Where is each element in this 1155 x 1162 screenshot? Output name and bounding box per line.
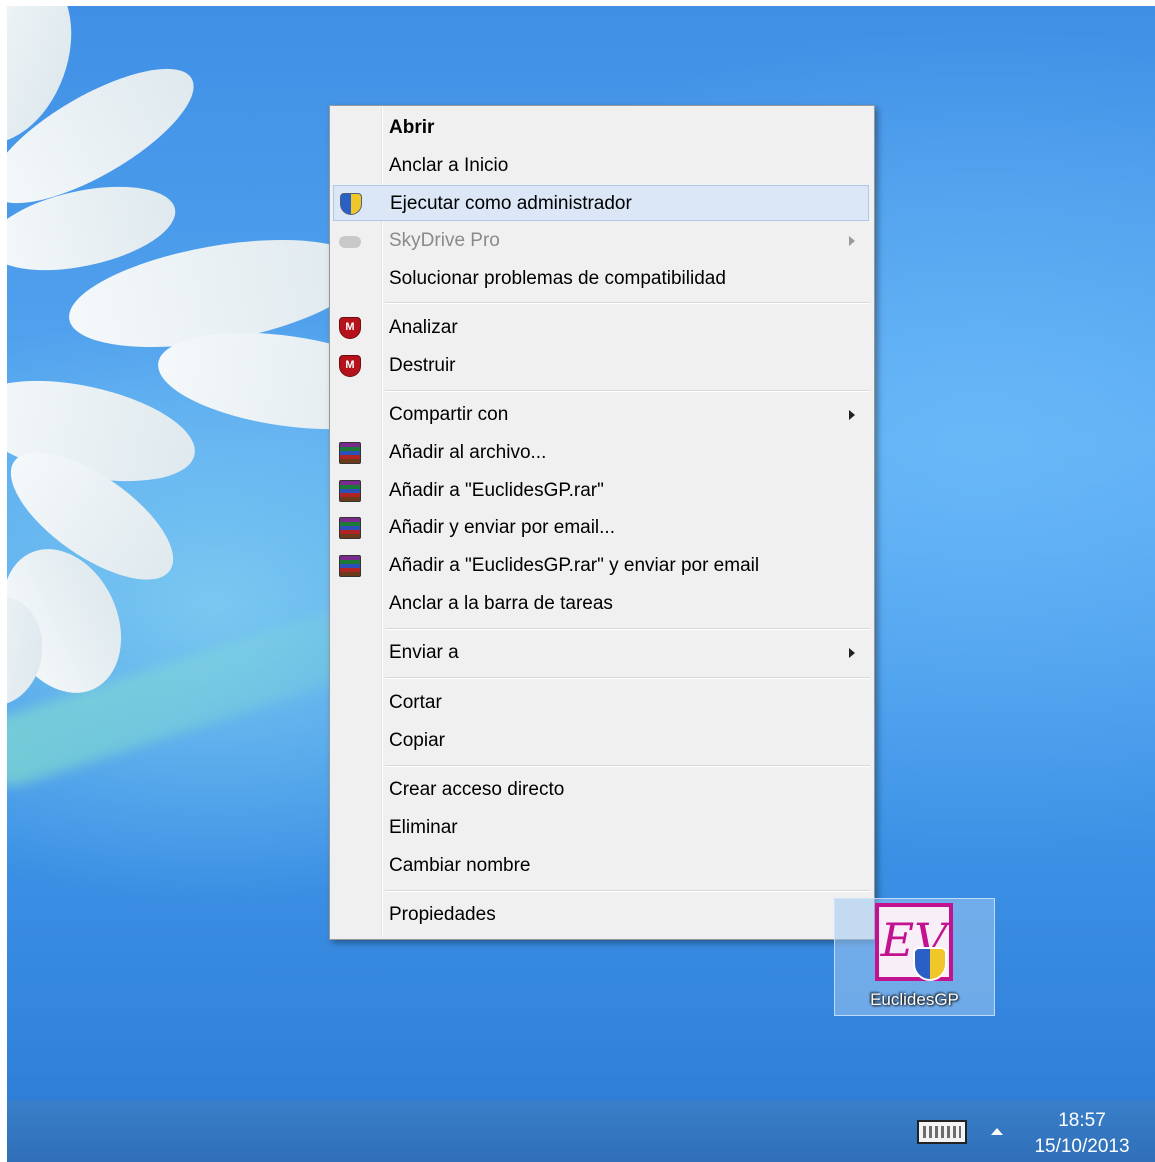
menu-item-anadir-email[interactable]: Añadir y enviar por email... [333, 510, 869, 546]
uac-shield-overlay-icon [913, 947, 947, 981]
menu-item-analizar[interactable]: M Analizar [333, 310, 869, 346]
menu-item-label: Añadir a "EuclidesGP.rar" [389, 480, 604, 501]
menu-item-anadir-rar[interactable]: Añadir a "EuclidesGP.rar" [333, 473, 869, 509]
menu-separator [385, 890, 870, 892]
menu-item-destruir[interactable]: M Destruir [333, 348, 869, 384]
menu-item-label: Eliminar [389, 817, 458, 838]
menu-item-label: Analizar [389, 317, 458, 338]
menu-item-label: Propiedades [389, 904, 496, 925]
menu-item-label: Anclar a Inicio [389, 155, 509, 176]
uac-shield-icon [340, 193, 362, 215]
winrar-icon [339, 555, 361, 577]
menu-item-enviar-a[interactable]: Enviar a [333, 635, 869, 671]
menu-item-label: Enviar a [389, 642, 459, 663]
menu-separator [385, 302, 870, 304]
menu-item-cortar[interactable]: Cortar [333, 685, 869, 721]
submenu-arrow-icon [849, 648, 855, 658]
menu-item-label: Copiar [389, 730, 445, 751]
menu-separator [385, 628, 870, 630]
menu-item-label: Añadir a "EuclidesGP.rar" y enviar por e… [389, 555, 760, 576]
menu-item-skydrive-pro[interactable]: SkyDrive Pro [333, 223, 869, 259]
mcafee-icon: M [339, 317, 361, 339]
menu-item-eliminar[interactable]: Eliminar [333, 810, 869, 846]
menu-item-abrir[interactable]: Abrir [333, 110, 869, 146]
skydrive-cloud-icon [339, 236, 361, 248]
menu-item-solucionar-compatibilidad[interactable]: Solucionar problemas de compatibilidad [333, 261, 869, 297]
winrar-icon [339, 442, 361, 464]
winrar-icon [339, 517, 361, 539]
menu-item-anclar-inicio[interactable]: Anclar a Inicio [333, 148, 869, 184]
context-menu: Abrir Anclar a Inicio Ejecutar como admi… [329, 105, 875, 940]
menu-separator [385, 390, 870, 392]
desktop-icon-euclidesgp[interactable]: EV EuclidesGP [834, 898, 995, 1016]
menu-item-label: Solucionar problemas de compatibilidad [389, 268, 726, 289]
show-hidden-icons-icon[interactable] [991, 1128, 1003, 1135]
menu-item-cambiar-nombre[interactable]: Cambiar nombre [333, 848, 869, 884]
menu-item-label: Cambiar nombre [389, 855, 531, 876]
menu-item-label: Añadir y enviar por email... [389, 517, 615, 538]
menu-item-anclar-barra-tareas[interactable]: Anclar a la barra de tareas [333, 586, 869, 622]
menu-item-label: Cortar [389, 692, 442, 713]
menu-item-crear-acceso-directo[interactable]: Crear acceso directo [333, 772, 869, 808]
winrar-icon [339, 480, 361, 502]
menu-item-label: Destruir [389, 355, 456, 376]
menu-item-label: SkyDrive Pro [389, 230, 500, 251]
menu-separator [385, 765, 870, 767]
menu-item-label: Abrir [389, 117, 435, 138]
touch-keyboard-icon[interactable] [917, 1120, 967, 1144]
menu-item-anadir-rar-email[interactable]: Añadir a "EuclidesGP.rar" y enviar por e… [333, 548, 869, 584]
menu-item-label: Crear acceso directo [389, 779, 565, 800]
menu-item-label: Añadir al archivo... [389, 442, 547, 463]
clock-time[interactable]: 18:57 [1037, 1110, 1127, 1132]
menu-item-copiar[interactable]: Copiar [333, 723, 869, 759]
clock-date[interactable]: 15/10/2013 [1027, 1136, 1137, 1158]
taskbar: 18:57 15/10/2013 [7, 1100, 1155, 1162]
mcafee-icon: M [339, 355, 361, 377]
menu-item-anadir-archivo[interactable]: Añadir al archivo... [333, 435, 869, 471]
submenu-arrow-icon [849, 236, 855, 246]
menu-item-ejecutar-admin[interactable]: Ejecutar como administrador [333, 185, 869, 221]
desktop-icon-label: EuclidesGP [870, 990, 959, 1009]
menu-item-label: Anclar a la barra de tareas [389, 593, 613, 614]
menu-item-propiedades[interactable]: Propiedades [333, 897, 869, 933]
menu-separator [385, 677, 870, 679]
menu-item-label: Ejecutar como administrador [390, 193, 632, 214]
menu-item-compartir-con[interactable]: Compartir con [333, 397, 869, 433]
menu-item-label: Compartir con [389, 404, 509, 425]
submenu-arrow-icon [849, 410, 855, 420]
